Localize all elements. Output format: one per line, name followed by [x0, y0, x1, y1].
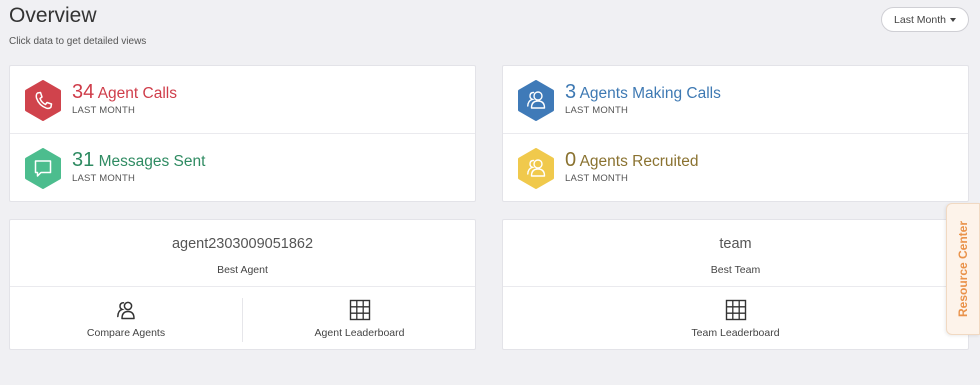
grid-icon [349, 299, 370, 321]
messages-sent-period: LAST MONTH [72, 173, 136, 184]
stat-messages-sent[interactable]: 31 Messages Sent LAST MONTH [10, 134, 475, 202]
agents-recruited-label: Agents Recruited [579, 153, 699, 170]
phone-icon [24, 80, 62, 121]
agent-calls-label: Agent Calls [97, 85, 177, 102]
team-leaderboard-button[interactable]: Team Leaderboard [503, 287, 968, 351]
stat-agents-recruited[interactable]: 0 Agents Recruited LAST MONTH [503, 134, 968, 202]
page-subtitle: Click data to get detailed views [9, 36, 147, 47]
messages-sent-label: Messages Sent [98, 153, 206, 170]
users-icon [517, 148, 555, 189]
stat-agent-calls[interactable]: 34 Agent Calls LAST MONTH [10, 66, 475, 134]
agent-calls-value: 34 [72, 81, 95, 103]
period-dropdown-button[interactable]: Last Month [881, 7, 969, 32]
agents-making-calls-period: LAST MONTH [565, 105, 629, 116]
messages-sent-value: 31 [72, 149, 95, 171]
resource-center-tab[interactable]: Resource Center [946, 203, 980, 335]
users-icon [517, 80, 555, 121]
agent-leaderboard-label: Agent Leaderboard [314, 327, 405, 339]
resource-center-label: Resource Center [956, 220, 970, 318]
grid-icon [725, 299, 746, 321]
team-leaderboard-label: Team Leaderboard [691, 327, 780, 339]
best-agent-card: agent2303009051862 Best Agent Compare Ag… [9, 219, 476, 350]
best-agent-name[interactable]: agent2303009051862 [10, 236, 475, 252]
agents-making-calls-label: Agents Making Calls [579, 85, 721, 102]
compare-agents-label: Compare Agents [86, 327, 166, 339]
best-team-name[interactable]: team [503, 236, 968, 252]
best-team-label: Best Team [710, 264, 761, 276]
period-label: Last Month [894, 13, 946, 26]
compare-users-icon [117, 301, 135, 320]
compare-agents-button[interactable]: Compare Agents [10, 287, 242, 351]
agents-recruited-period: LAST MONTH [565, 173, 629, 184]
best-agent-label: Best Agent [217, 264, 268, 276]
caret-down-icon [949, 18, 956, 22]
agent-leaderboard-button[interactable]: Agent Leaderboard [243, 287, 476, 351]
stats-card-right: 3 Agents Making Calls LAST MONTH 0 Agent… [502, 65, 969, 202]
agents-recruited-value: 0 [565, 149, 577, 171]
best-team-card: team Best Team Team Leaderboard [502, 219, 969, 350]
agents-making-calls-value: 3 [565, 81, 577, 103]
page-title: Overview [9, 4, 97, 27]
message-icon [24, 148, 62, 189]
stat-agents-making-calls[interactable]: 3 Agents Making Calls LAST MONTH [503, 66, 968, 134]
agent-calls-period: LAST MONTH [72, 105, 136, 116]
stats-card-left: 34 Agent Calls LAST MONTH 31 Messages Se… [9, 65, 476, 202]
